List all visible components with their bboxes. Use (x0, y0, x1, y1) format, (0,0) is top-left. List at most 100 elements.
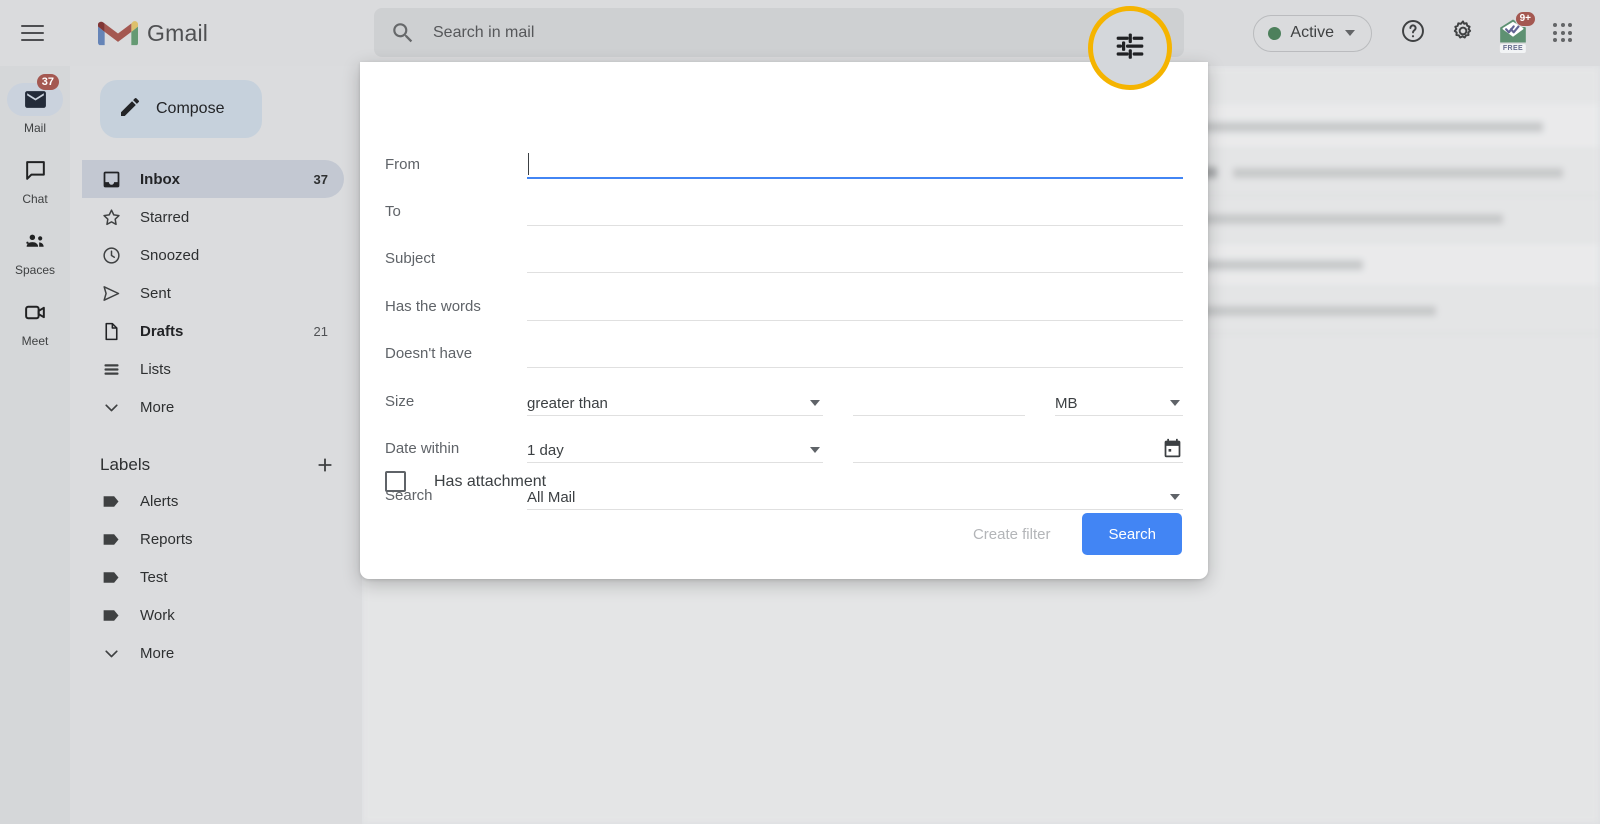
navigation-sidebar: Compose Inbox 37 Starred Snoozed Sent Drafts2… (70, 66, 362, 824)
sidebar-item-drafts[interactable]: Drafts21 (82, 312, 344, 350)
sidebar-label-alerts[interactable]: Alerts (82, 482, 344, 520)
field-row-doesn-t-have: Doesn't have (385, 340, 1183, 368)
sidebar-item-lists[interactable]: Lists (82, 350, 344, 388)
has-the-words-input[interactable] (527, 293, 1183, 321)
date-within-label: Date within (385, 440, 527, 463)
rail-item-label: Spaces (15, 263, 55, 277)
chat-icon (7, 154, 63, 187)
label-icon (100, 490, 122, 512)
inbox-icon (100, 168, 122, 190)
rail-item-mail[interactable]: 37Mail (0, 83, 70, 135)
sidebar-label-text: Test (140, 569, 328, 586)
labels-header: Labels (100, 454, 336, 476)
status-label: Active (1290, 24, 1334, 42)
sidebar-item-starred[interactable]: Starred (82, 198, 344, 236)
filter-options-button[interactable] (1088, 6, 1172, 90)
rail-item-label: Meet (22, 334, 49, 348)
star-icon (100, 206, 122, 228)
gmail-brand-label: Gmail (147, 20, 208, 47)
sidebar-item-more[interactable]: More (82, 388, 344, 426)
dialog-actions: Create filter Search (969, 513, 1182, 555)
label-icon (100, 528, 122, 550)
sidebar-item-label: Starred (140, 209, 328, 226)
to-input[interactable] (527, 198, 1183, 226)
sidebar-item-label: Drafts (140, 323, 296, 340)
size-operator-select[interactable]: greater than (527, 388, 823, 416)
lists-icon (100, 358, 122, 380)
settings-button[interactable] (1440, 10, 1486, 56)
plus-icon[interactable] (314, 454, 336, 476)
extension-badge: 9+ (1515, 11, 1536, 27)
sidebar-item-label: Sent (140, 285, 328, 302)
rail-item-spaces[interactable]: Spaces (0, 225, 70, 277)
size-unit-select[interactable]: MB (1055, 388, 1183, 416)
chevron-down-icon (100, 642, 122, 664)
from-input[interactable] (527, 151, 1183, 179)
sidebar-item-inbox[interactable]: Inbox 37 (82, 160, 344, 198)
meet-icon (7, 296, 63, 329)
doesn-t-have-label: Doesn't have (385, 345, 527, 368)
extension-free-tag: FREE (1500, 44, 1526, 53)
date-range-select[interactable]: 1 day (527, 435, 823, 463)
size-amount-input[interactable] (853, 388, 1025, 416)
labels-title: Labels (100, 455, 150, 475)
date-within-row: Date within 1 day (385, 435, 1183, 463)
from-label: From (385, 156, 527, 179)
field-row-from: From (385, 151, 1183, 179)
header-actions: Active (1253, 0, 1586, 66)
sidebar-label-work[interactable]: Work (82, 596, 344, 634)
create-filter-button[interactable]: Create filter (969, 518, 1055, 551)
rail-item-meet[interactable]: Meet (0, 296, 70, 348)
chevron-down-icon (1170, 400, 1180, 406)
checkbox-icon[interactable] (385, 471, 406, 492)
compose-button[interactable]: Compose (100, 80, 262, 138)
sidebar-label-text: Alerts (140, 493, 328, 510)
date-input[interactable] (853, 435, 1183, 463)
advanced-search-dialog: From To Subject Has the words Doesn't have S… (360, 62, 1208, 579)
rail-item-chat[interactable]: Chat (0, 154, 70, 206)
field-row-to: To (385, 198, 1183, 226)
rail-item-label: Mail (24, 121, 46, 135)
draft-icon (100, 320, 122, 342)
chevron-down-icon (810, 447, 820, 453)
hamburger-icon[interactable] (8, 9, 56, 57)
status-pill[interactable]: Active (1253, 15, 1372, 52)
sidebar-label-reports[interactable]: Reports (82, 520, 344, 558)
sidebar-item-label: Inbox (140, 171, 296, 188)
to-label: To (385, 203, 527, 226)
has-attachment-row[interactable]: Has attachment (385, 471, 546, 492)
apps-grid-icon[interactable] (1540, 10, 1586, 56)
sidebar-item-snoozed[interactable]: Snoozed (82, 236, 344, 274)
size-row: Size greater than MB (385, 388, 1183, 416)
pencil-icon (118, 95, 142, 124)
sidebar-label-text: More (140, 645, 328, 662)
mailtrack-extension-button[interactable]: 9+ FREE (1490, 10, 1536, 56)
has-attachment-label: Has attachment (434, 473, 546, 491)
search-bar[interactable]: Search in mail (374, 8, 1184, 57)
sidebar-item-count: 37 (314, 172, 328, 187)
search-button[interactable]: Search (1082, 513, 1182, 555)
subject-label: Subject (385, 250, 527, 273)
text-caret (528, 153, 529, 175)
top-bar: Gmail Search in mail Active (0, 0, 1600, 66)
help-button[interactable] (1390, 10, 1436, 56)
sidebar-label-text: Work (140, 607, 328, 624)
search-input[interactable]: Search in mail (433, 24, 534, 42)
sidebar-item-sent[interactable]: Sent (82, 274, 344, 312)
sidebar-label-test[interactable]: Test (82, 558, 344, 596)
send-icon (100, 282, 122, 304)
doesn-t-have-input[interactable] (527, 340, 1183, 368)
sidebar-label-more[interactable]: More (82, 634, 344, 672)
chevron-down-icon (810, 400, 820, 406)
has-the-words-label: Has the words (385, 298, 527, 321)
search-scope-select[interactable]: All Mail (527, 482, 1183, 510)
gmail-app-window: 37Mail Chat Spaces Meet Compose Inbox 37 Star… (0, 0, 1600, 824)
subject-input[interactable] (527, 245, 1183, 273)
sidebar-item-label: More (140, 399, 328, 416)
calendar-icon[interactable] (1162, 438, 1183, 459)
compose-label: Compose (156, 100, 224, 118)
size-unit-value: MB (1055, 395, 1078, 412)
date-range-value: 1 day (527, 442, 564, 459)
chevron-down-icon (1345, 30, 1355, 36)
tune-icon (1114, 30, 1146, 67)
